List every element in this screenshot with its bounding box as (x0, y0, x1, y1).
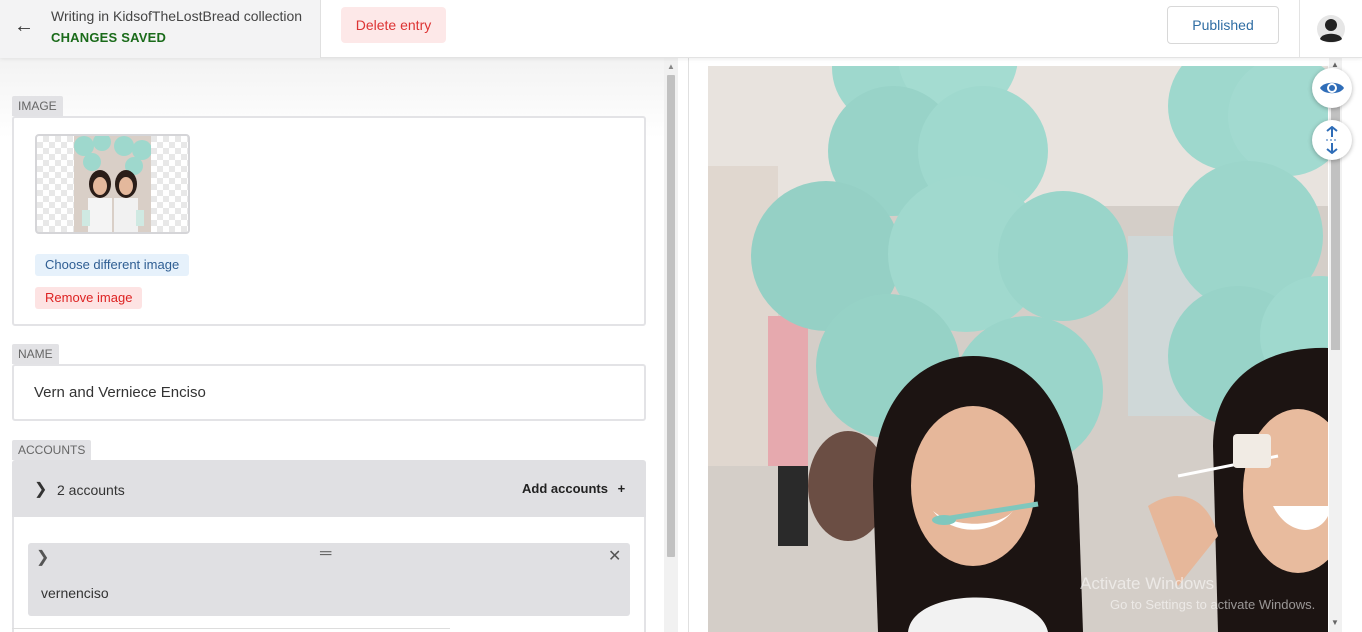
panel-divider (688, 58, 689, 632)
expand-preview-button[interactable] (1312, 120, 1352, 160)
user-avatar-icon (1317, 15, 1345, 43)
eye-icon (1320, 82, 1344, 94)
top-bar: ← Writing in KidsofTheLostBread collecti… (0, 0, 1362, 58)
list-item: ❯ ═ ✕ vernenciso (28, 543, 630, 616)
image-thumbnail[interactable] (35, 134, 190, 234)
delete-entry-button[interactable]: Delete entry (341, 7, 446, 43)
choose-different-image-button[interactable]: Choose different image (35, 254, 190, 276)
name-field-label: NAME (12, 344, 59, 364)
activate-windows-watermark: Activate Windows (1080, 574, 1215, 593)
accounts-header: ❯ 2 accounts Add accounts + (12, 460, 646, 517)
preview-photo (708, 66, 1328, 632)
arrow-left-icon[interactable]: ← (14, 15, 34, 38)
remove-image-button[interactable]: Remove image (35, 287, 143, 309)
save-status: CHANGES SAVED (51, 30, 167, 45)
preview-toggle-button[interactable] (1312, 68, 1352, 108)
scroll-down-arrow-icon[interactable]: ▼ (1331, 618, 1339, 627)
chevron-right-icon[interactable]: ❯ (34, 479, 47, 499)
image-field-label: IMAGE (12, 96, 63, 116)
name-input-value[interactable]: Vern and Verniece Enciso (34, 384, 206, 401)
preview-scrollbar-thumb[interactable] (1331, 72, 1340, 350)
add-accounts-label: Add accounts (522, 481, 608, 496)
accounts-count: 2 accounts (57, 482, 125, 498)
image-preview (708, 66, 1328, 632)
accounts-field-label: ACCOUNTS (12, 440, 92, 460)
avatar[interactable] (1299, 0, 1362, 58)
vertical-expand-icon (1326, 126, 1338, 154)
scroll-up-arrow-icon[interactable]: ▲ (667, 62, 675, 71)
name-field[interactable]: Vern and Verniece Enciso (12, 364, 646, 421)
image-field: Choose different image Remove image (12, 116, 646, 326)
drag-handle-icon[interactable]: ═ (320, 545, 331, 563)
form-scrollbar-thumb[interactable] (667, 75, 675, 557)
published-button[interactable]: Published (1167, 6, 1279, 44)
close-icon[interactable]: ✕ (608, 546, 621, 566)
activate-windows-subtext: Go to Settings to activate Windows. (1110, 597, 1316, 612)
back-area: ← Writing in KidsofTheLostBread collecti… (0, 0, 321, 58)
account-value: vernenciso (41, 585, 109, 601)
thumbnail-photo (74, 136, 151, 232)
chevron-right-icon[interactable]: ❯ (36, 547, 49, 567)
breadcrumb: Writing in KidsofTheLostBread collection (51, 8, 303, 24)
plus-icon: + (617, 481, 626, 496)
add-accounts-button[interactable]: Add accounts + (514, 476, 633, 502)
divider (12, 628, 450, 629)
